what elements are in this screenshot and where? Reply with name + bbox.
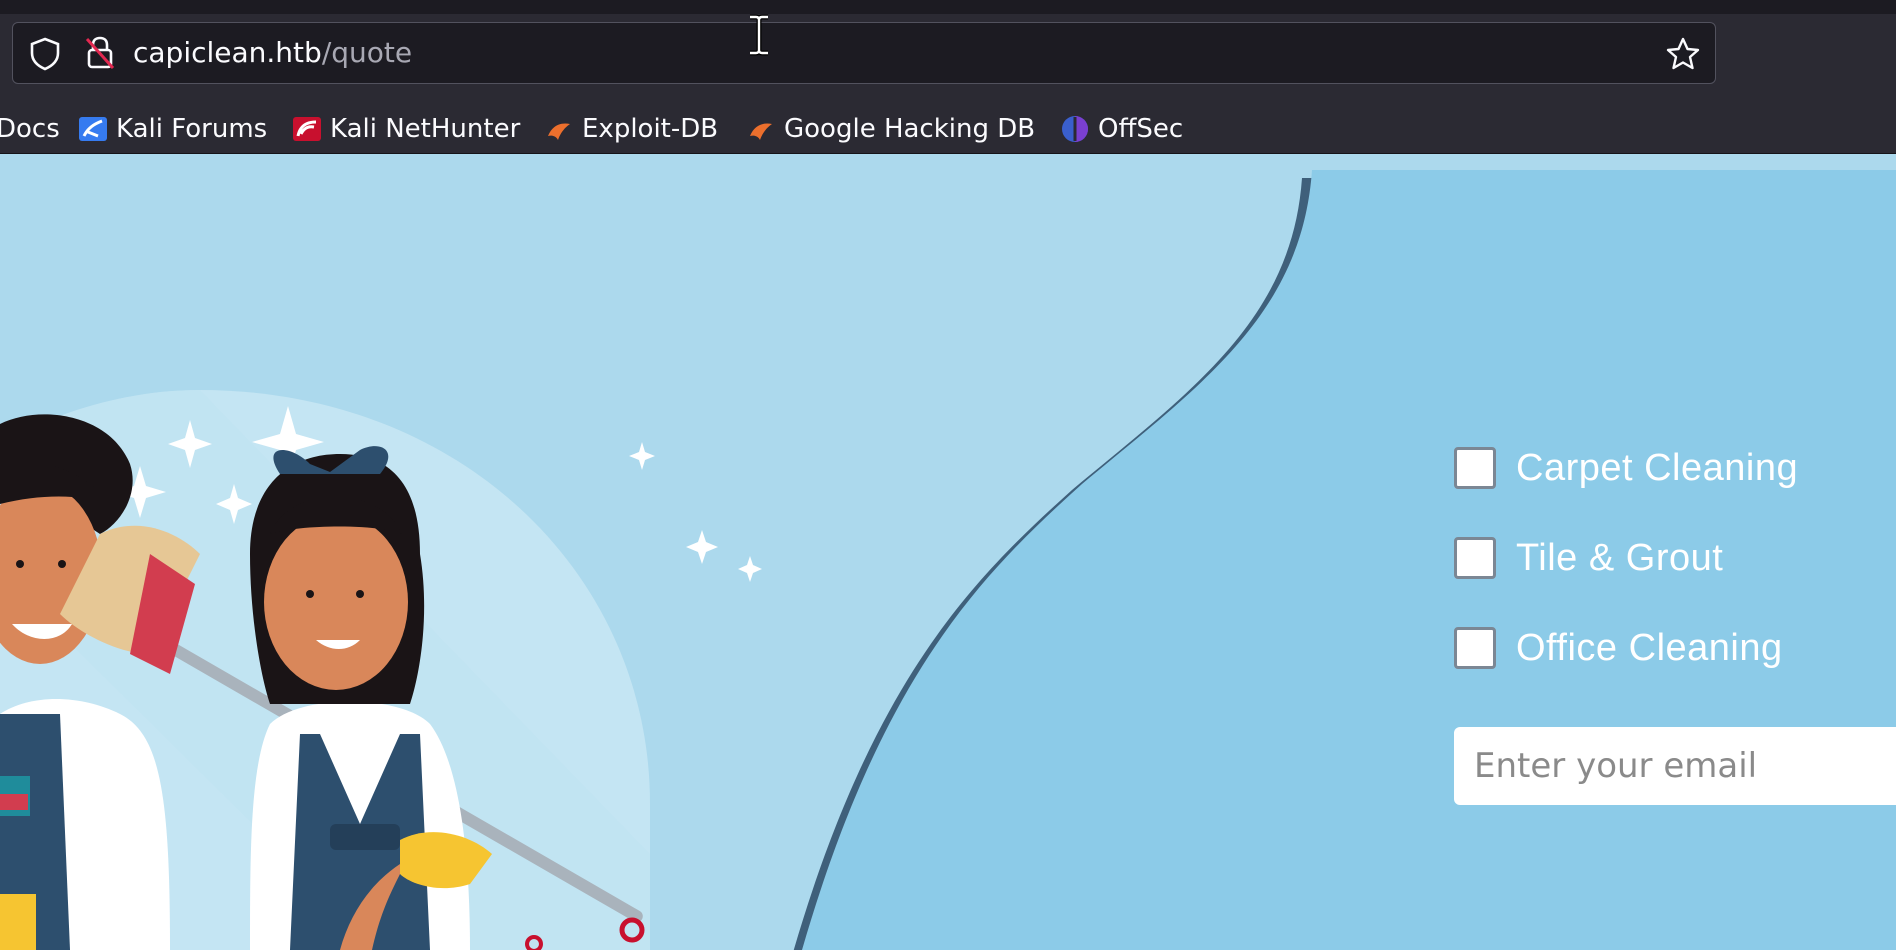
url-host: capiclean.htb [133, 36, 322, 69]
quote-page: Carpet Cleaning Tile & Grout Office Clea… [0, 154, 1896, 950]
bookmarks-bar: Docs Kali Forums Kali NetHunter Exploit-… [0, 106, 1896, 154]
text-cursor-icon [750, 14, 768, 56]
shield-icon[interactable] [29, 37, 61, 71]
bookmark-label: Kali NetHunter [330, 114, 521, 144]
bookmark-star-icon[interactable] [1665, 36, 1701, 72]
bookmark-kali-nethunter[interactable]: Kali NetHunter [292, 110, 520, 148]
checkbox-tile-grout[interactable] [1454, 537, 1496, 579]
service-label: Office Cleaning [1516, 626, 1783, 669]
email-input[interactable] [1454, 727, 1896, 805]
bookmark-docs[interactable]: Docs [0, 110, 60, 148]
service-carpet-cleaning[interactable]: Carpet Cleaning [1454, 444, 1798, 492]
service-office-cleaning[interactable]: Office Cleaning [1454, 624, 1783, 672]
bookmark-kali-forums[interactable]: Kali Forums [78, 110, 267, 148]
url-bar[interactable]: capiclean.htb/quote [12, 22, 1716, 84]
service-label: Tile & Grout [1516, 536, 1724, 579]
bookmark-label: OffSec [1098, 114, 1184, 144]
kali-nethunter-icon [293, 117, 321, 141]
service-label: Carpet Cleaning [1516, 446, 1799, 489]
lock-insecure-icon[interactable] [83, 35, 117, 71]
kali-forums-icon [79, 117, 107, 141]
bookmark-label: Docs [0, 114, 60, 144]
offsec-icon [1062, 116, 1088, 142]
bookmark-exploit-db[interactable]: Exploit-DB [544, 110, 718, 148]
bookmark-label: Google Hacking DB [784, 114, 1036, 144]
url-text[interactable]: capiclean.htb/quote [133, 35, 412, 71]
exploit-db-icon [548, 123, 570, 140]
checkbox-carpet-cleaning[interactable] [1454, 447, 1496, 489]
url-path: /quote [321, 36, 413, 69]
ghdb-icon [750, 123, 772, 140]
window-top-strip [0, 0, 1896, 14]
bookmark-offsec[interactable]: OffSec [1060, 110, 1183, 148]
bookmark-google-hacking-db[interactable]: Google Hacking DB [746, 110, 1035, 148]
bookmark-label: Exploit-DB [582, 114, 719, 144]
checkbox-office-cleaning[interactable] [1454, 627, 1496, 669]
service-tile-grout[interactable]: Tile & Grout [1454, 534, 1723, 582]
browser-toolbar: capiclean.htb/quote [0, 14, 1896, 106]
bookmark-label: Kali Forums [116, 114, 268, 144]
